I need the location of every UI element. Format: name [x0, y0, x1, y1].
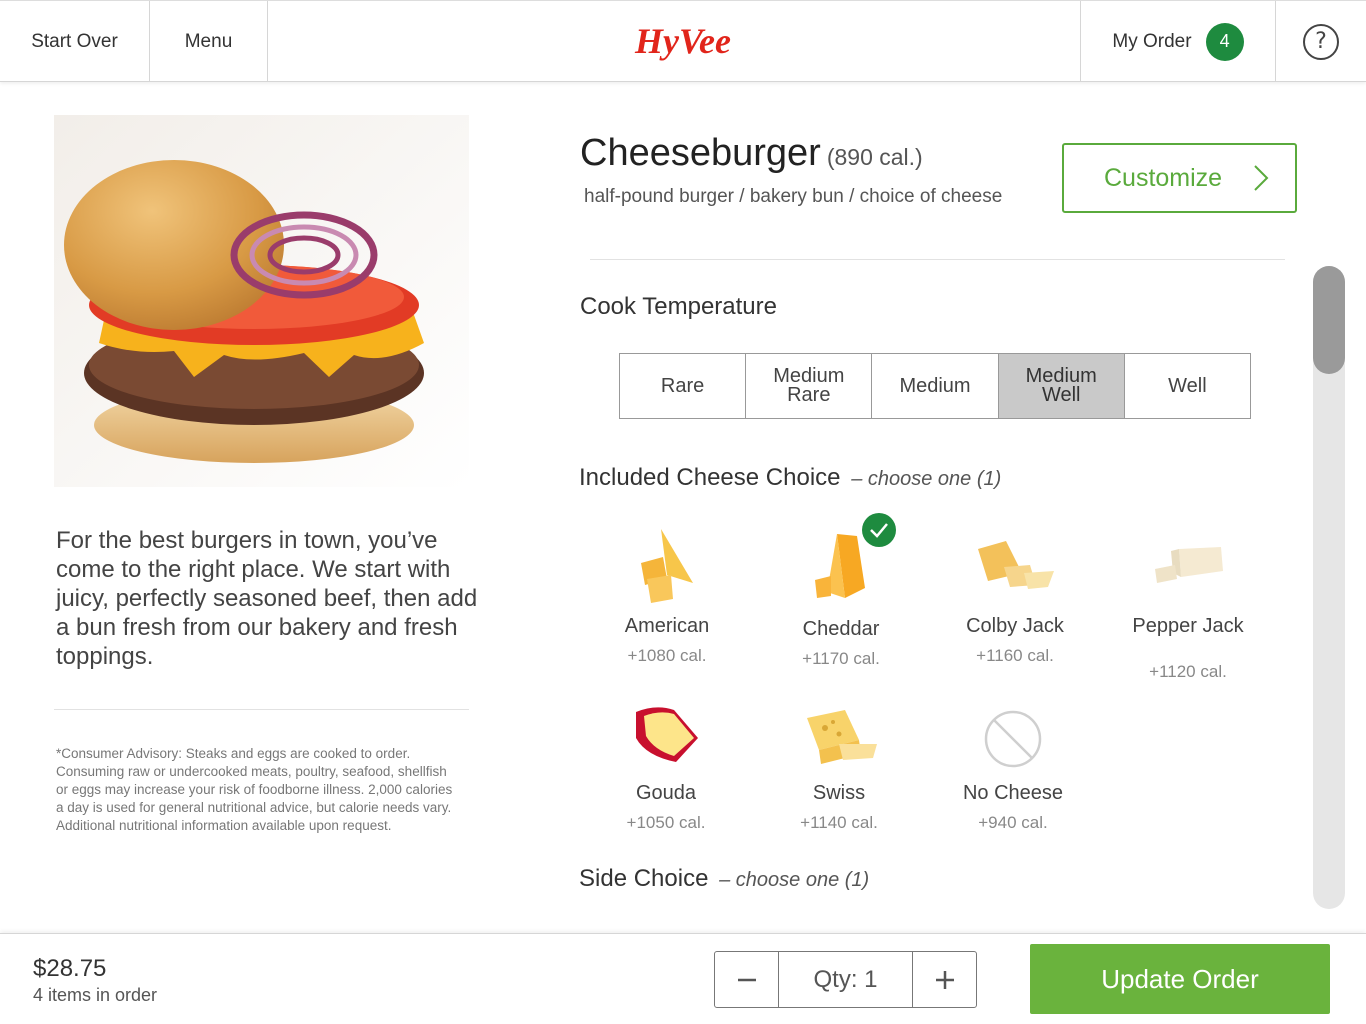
start-over-button[interactable]: Start Over — [0, 1, 150, 82]
top-header: Start Over Menu HyVee My Order 4 ? — [0, 0, 1366, 82]
plus-icon — [935, 970, 954, 989]
cheese-option-colby-jack[interactable]: Colby Jack +1160 cal. — [940, 527, 1090, 666]
customize-button[interactable]: Customize — [1062, 143, 1297, 213]
temp-option-medium[interactable]: Medium — [872, 354, 999, 418]
logo-text: HyVee — [634, 21, 731, 61]
product-subtitle: half-pound burger / bakery bun / choice … — [584, 186, 1003, 207]
temp-option-label: Medium Well — [1025, 365, 1097, 406]
product-description: For the best burgers in town, you’ve com… — [56, 527, 478, 670]
swiss-cheese-icon — [807, 710, 877, 764]
cheese-name: Pepper Jack — [1132, 615, 1244, 637]
gouda-cheese-icon — [636, 707, 698, 762]
my-order-label: My Order — [1112, 30, 1192, 52]
side-heading-text: Side Choice — [579, 865, 709, 892]
cheese-calories: +940 cal. — [978, 813, 1048, 832]
cheese-calories: +1120 cal. — [1149, 662, 1227, 681]
menu-button[interactable]: Menu — [150, 1, 268, 82]
cheese-heading-text: Included Cheese Choice — [579, 464, 841, 491]
my-order-button[interactable]: My Order 4 — [1080, 1, 1276, 82]
side-choice-heading: Side Choice – choose one (1) — [579, 865, 869, 893]
side-hint: – choose one (1) — [719, 869, 870, 891]
cheeseburger-image — [54, 115, 469, 487]
hyvee-logo: HyVee — [634, 21, 731, 61]
cheese-name: Colby Jack — [966, 615, 1064, 637]
quantity-label: Qty: 1 — [778, 952, 913, 1007]
minus-icon — [737, 978, 756, 981]
consumer-advisory: *Consumer Advisory: Steaks and eggs are … — [56, 746, 453, 833]
cheese-name: Cheddar — [802, 618, 880, 640]
temp-option-well[interactable]: Well — [1124, 354, 1251, 418]
selected-check-icon — [862, 513, 896, 547]
cheese-calories: +1050 cal. — [626, 813, 706, 832]
divider — [54, 709, 469, 710]
cook-temperature-selector: Rare Medium Rare Medium Medium Well Well — [619, 353, 1251, 419]
cheese-choice-heading: Included Cheese Choice – choose one (1) — [579, 464, 1001, 492]
order-count-badge: 4 — [1205, 22, 1244, 61]
increase-quantity-button[interactable] — [913, 952, 976, 1007]
help-button[interactable]: ? — [1276, 1, 1366, 82]
cook-temperature-heading: Cook Temperature — [580, 293, 777, 320]
temp-option-label: Medium Rare — [773, 365, 845, 406]
colby-jack-cheese-icon — [978, 541, 1054, 589]
cheese-calories: +1080 cal. — [627, 646, 707, 665]
cheese-option-pepper-jack[interactable]: Pepper Jack +1120 cal. — [1113, 527, 1263, 682]
cheese-option-cheddar[interactable]: Cheddar +1170 cal. — [766, 530, 916, 669]
cheese-calories: +1170 cal. — [802, 649, 880, 668]
cheese-name: American — [624, 615, 710, 637]
quantity-stepper: Qty: 1 — [714, 951, 977, 1008]
chevron-right-icon — [1254, 165, 1269, 191]
cheese-name: No Cheese — [962, 782, 1064, 804]
customize-label: Customize — [1104, 163, 1223, 192]
cheese-calories: +1160 cal. — [976, 646, 1054, 665]
temp-option-rare[interactable]: Rare — [620, 354, 747, 418]
cheese-name: Gouda — [635, 782, 697, 804]
cheese-hint: – choose one (1) — [851, 468, 1002, 490]
cheese-calories: +1140 cal. — [800, 813, 878, 832]
product-calories: (890 cal.) — [826, 144, 923, 170]
cheese-option-american[interactable]: American +1080 cal. — [592, 527, 742, 666]
temp-option-medium-well[interactable]: Medium Well — [998, 354, 1125, 418]
product-name: Cheeseburger — [580, 132, 821, 174]
temp-option-medium-rare[interactable]: Medium Rare — [746, 354, 873, 418]
update-order-button[interactable]: Update Order — [1030, 944, 1330, 1014]
cheese-name: Swiss — [812, 782, 866, 804]
no-cheese-icon — [984, 710, 1042, 768]
product-title: Cheeseburger (890 cal.) — [580, 132, 923, 175]
pepper-jack-cheese-icon — [1155, 547, 1223, 583]
items-in-order: 4 items in order — [33, 985, 158, 1005]
scrollbar-thumb[interactable] — [1313, 266, 1345, 374]
american-cheese-icon — [641, 529, 693, 603]
help-icon: ? — [1303, 23, 1339, 60]
cheese-option-gouda[interactable]: Gouda +1050 cal. — [591, 700, 741, 833]
decrease-quantity-button[interactable] — [715, 952, 778, 1007]
cheese-option-no-cheese[interactable]: No Cheese +940 cal. — [938, 700, 1088, 833]
divider — [590, 259, 1285, 260]
cheese-option-swiss[interactable]: Swiss +1140 cal. — [764, 700, 914, 833]
order-total-price: $28.75 — [33, 955, 107, 982]
